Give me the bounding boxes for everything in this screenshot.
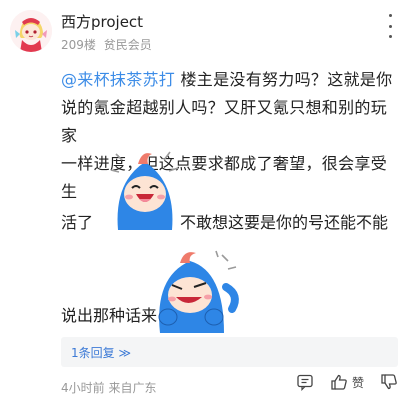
like-label: 赞 (351, 375, 364, 390)
floor-number: 209楼 (61, 38, 96, 52)
sticker-emoji-2 (154, 247, 242, 333)
member-level: 贫民会员 (103, 38, 152, 52)
content-text-before-sticker2: 说出那种话来 (61, 306, 158, 325)
reply-preview-box[interactable]: 1条回复 ≫ (61, 337, 398, 367)
thumb-up-icon (331, 374, 347, 390)
chevron-double-right-icon: ≫ (118, 346, 132, 360)
mention-link[interactable]: @来杯抹茶苏打 (61, 70, 175, 89)
dislike-button[interactable] (380, 373, 398, 391)
like-button[interactable]: 赞 (330, 373, 364, 391)
avatar[interactable] (10, 10, 52, 52)
comment-meta: 209楼 贫民会员 (61, 37, 152, 53)
comment-actions: 赞 (296, 373, 398, 391)
reply-count: 1条回复 (71, 346, 115, 360)
comment-icon (297, 374, 313, 391)
content-line-1: @来杯抹茶苏打 楼主是没有努力吗？这就是你 (61, 66, 401, 94)
comment-footer-meta: 4小时前 来自广东 (61, 379, 156, 396)
content-text-after-sticker1: 不敢想这要是你的号还能不能 (180, 213, 389, 232)
avatar-image (10, 10, 52, 52)
post-location: 来自广东 (108, 381, 157, 395)
content-text-1: 楼主是没有努力吗？这就是你 (180, 70, 393, 89)
username[interactable]: 西方project (61, 12, 143, 32)
reply-button[interactable] (296, 373, 314, 391)
sticker-emoji-1 (108, 142, 182, 230)
more-dots-icon[interactable] (382, 14, 398, 38)
thumb-down-icon (381, 374, 397, 390)
content-text-before-sticker1: 活了 (61, 213, 94, 232)
view-replies-link[interactable]: 1条回复 ≫ (71, 344, 131, 361)
post-time: 4小时前 (61, 381, 105, 395)
